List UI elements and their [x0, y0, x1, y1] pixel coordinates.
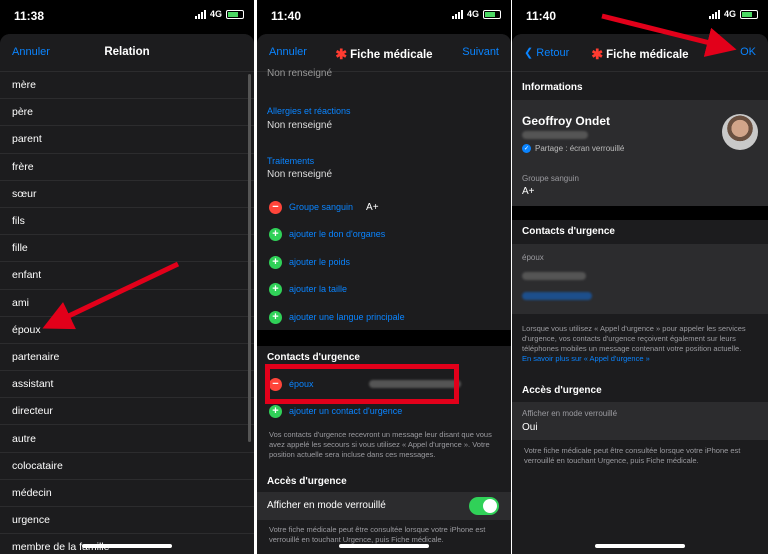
arrow-to-spouse: [42, 261, 180, 330]
annotation-overlay: [42, 13, 737, 330]
arrow-to-ok: [601, 13, 737, 57]
